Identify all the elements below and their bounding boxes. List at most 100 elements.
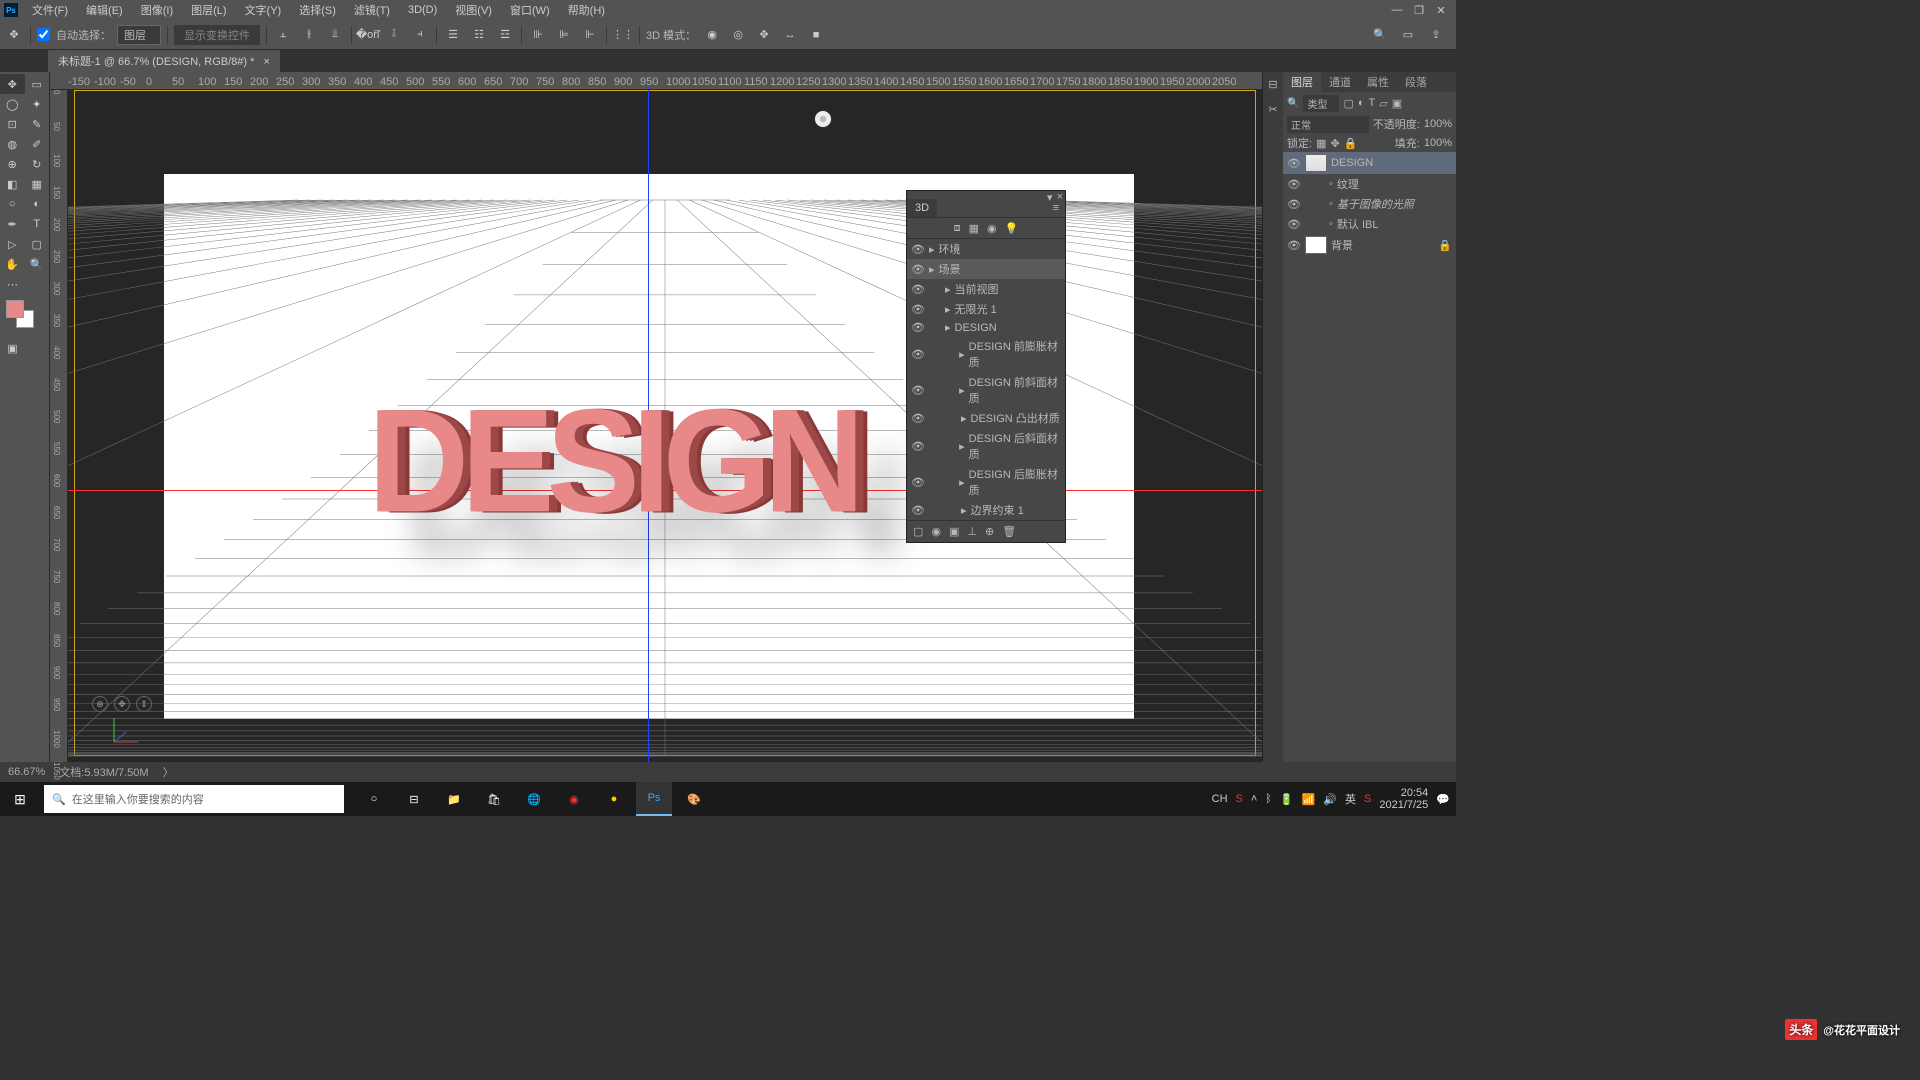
p3d-ground-icon[interactable]: ⊥: [967, 525, 977, 538]
3d-orbit-icon[interactable]: ◉: [702, 25, 722, 45]
auto-select-dropdown[interactable]: 图层: [117, 25, 161, 45]
move-tool-icon[interactable]: ✥: [4, 25, 24, 45]
zoom-level[interactable]: 66.67%: [8, 766, 45, 778]
canvas[interactable]: DESIGN ✹ ⊕ ✥ ⇕ ▾× 3D≡ ⧈ ▦ ◉: [68, 90, 1262, 762]
marquee-tool[interactable]: ▭: [25, 74, 50, 94]
heal-tool[interactable]: ◍: [0, 134, 25, 154]
transform-controls-button[interactable]: 显示变换控件: [174, 25, 260, 45]
browser-icon[interactable]: 🌐: [516, 782, 552, 816]
layer-item[interactable]: 👁DESIGN: [1283, 152, 1456, 174]
menu-file[interactable]: 文件(F): [24, 0, 76, 20]
visibility-eye-icon[interactable]: 👁: [911, 243, 925, 256]
gradient-tool[interactable]: ▦: [25, 174, 50, 194]
restore-icon[interactable]: ❐: [1412, 4, 1426, 16]
shape-tool[interactable]: ▢: [25, 234, 50, 254]
3d-panel-item[interactable]: 👁▸当前视图: [907, 279, 1065, 299]
hand-tool[interactable]: ✋: [0, 254, 25, 274]
visibility-eye-icon[interactable]: 👁: [911, 412, 925, 425]
quickmask-tool[interactable]: ▣: [0, 338, 25, 358]
status-arrow-icon[interactable]: 〉: [163, 764, 174, 780]
taskview-icon[interactable]: ⊟: [396, 782, 432, 816]
menu-filter[interactable]: 滤镜(T): [346, 0, 398, 20]
menu-image[interactable]: 图像(I): [133, 0, 181, 20]
filter-pixel-icon[interactable]: ▢: [1343, 97, 1353, 110]
more-tool[interactable]: ⋯: [0, 274, 25, 294]
app-icon[interactable]: ●: [596, 782, 632, 816]
menu-help[interactable]: 帮助(H): [560, 0, 613, 20]
filter-mesh-icon[interactable]: ▦: [969, 222, 979, 235]
brush-tool[interactable]: ✐: [25, 134, 50, 154]
align-vcenter-icon[interactable]: ⫲: [299, 25, 319, 45]
tray-sogou2-icon[interactable]: S: [1364, 793, 1371, 805]
fill-value[interactable]: 100%: [1424, 137, 1452, 149]
menu-type[interactable]: 文字(Y): [237, 0, 290, 20]
layer-visibility-icon[interactable]: 👁: [1287, 239, 1301, 252]
fg-color-swatch[interactable]: [6, 300, 24, 318]
distribute-h3-icon[interactable]: ⊩: [580, 25, 600, 45]
align-bottom-icon[interactable]: ⫫: [325, 25, 345, 45]
blur-tool[interactable]: ○: [0, 194, 25, 214]
more-icon[interactable]: ⋮⋮: [613, 25, 633, 45]
layer-item[interactable]: 👁◦纹理: [1283, 174, 1456, 194]
tab-paragraph[interactable]: 段落: [1397, 72, 1435, 92]
search-icon[interactable]: 🔍: [1370, 25, 1390, 45]
visibility-eye-icon[interactable]: 👁: [911, 303, 925, 316]
layer-kind-dropdown[interactable]: 类型: [1303, 95, 1339, 112]
filter-scene-icon[interactable]: ⧈: [954, 222, 961, 235]
axis-gizmo[interactable]: [108, 712, 144, 748]
wand-tool[interactable]: ✦: [25, 94, 50, 114]
menu-3d[interactable]: 3D(D): [400, 2, 445, 18]
auto-select-checkbox[interactable]: [37, 28, 50, 41]
doc-size[interactable]: 文档:5.93M/7.50M: [59, 764, 148, 780]
align-right-icon[interactable]: ⫞: [410, 25, 430, 45]
distribute-h2-icon[interactable]: ⊫: [554, 25, 574, 45]
lock-pixels-icon[interactable]: ▦: [1316, 137, 1326, 150]
3d-text-design[interactable]: DESIGN: [368, 376, 857, 546]
visibility-eye-icon[interactable]: 👁: [911, 321, 925, 334]
panel-3d-handle[interactable]: ▾×: [907, 191, 1065, 199]
photoshop-taskbar-icon[interactable]: Ps: [636, 782, 672, 816]
panel-3d-tab[interactable]: 3D: [907, 199, 937, 217]
eyedropper-tool[interactable]: ✎: [25, 114, 50, 134]
filter-type-icon[interactable]: T: [1369, 97, 1376, 109]
distribute-1-icon[interactable]: ☰: [443, 25, 463, 45]
p3d-light-icon[interactable]: ◉: [931, 525, 941, 538]
menu-layer[interactable]: 图层(L): [183, 0, 234, 20]
share-icon[interactable]: ⇪: [1426, 25, 1446, 45]
menu-view[interactable]: 视图(V): [447, 0, 500, 20]
align-top-icon[interactable]: ⫠: [273, 25, 293, 45]
tray-wifi-icon[interactable]: 📶: [1302, 793, 1316, 806]
filter-smart-icon[interactable]: ▣: [1392, 97, 1402, 110]
store-icon[interactable]: 🛍: [476, 782, 512, 816]
lock-all-icon[interactable]: 🔒: [1344, 137, 1358, 150]
tab-channels[interactable]: 通道: [1321, 72, 1359, 92]
distribute-h1-icon[interactable]: ⊪: [528, 25, 548, 45]
layer-thumbnail[interactable]: [1305, 236, 1327, 254]
path-tool[interactable]: ▷: [0, 234, 25, 254]
p3d-trash-icon[interactable]: 🗑: [1002, 525, 1016, 538]
lasso-tool[interactable]: ◯: [0, 94, 25, 114]
panel-collapse-icon[interactable]: ▾: [1047, 191, 1053, 199]
orbit-ground-icon[interactable]: ⊕: [92, 696, 108, 712]
cortana-icon[interactable]: ○: [356, 782, 392, 816]
3d-panel-item[interactable]: 👁▸DESIGN 后斜面材质: [907, 428, 1065, 464]
music-icon[interactable]: ◉: [556, 782, 592, 816]
eraser-tool[interactable]: ◧: [0, 174, 25, 194]
align-left-icon[interactable]: �ořľ: [358, 25, 378, 45]
tray-sogou-icon[interactable]: S: [1236, 793, 1243, 805]
layer-item[interactable]: 👁◦默认 IBL: [1283, 214, 1456, 234]
collapsed-panel-1-icon[interactable]: ⊟: [1268, 78, 1277, 91]
distribute-2-icon[interactable]: ☷: [469, 25, 489, 45]
3d-panel-item[interactable]: 👁▸DESIGN 凸出材质: [907, 408, 1065, 428]
layer-visibility-icon[interactable]: 👁: [1287, 178, 1301, 191]
distribute-3-icon[interactable]: ☲: [495, 25, 515, 45]
3d-panel-item[interactable]: 👁▸DESIGN 前膨胀材质: [907, 336, 1065, 372]
ruler-vertical[interactable]: 0501001502002503003504004505005506006507…: [50, 90, 68, 762]
dolly-ground-icon[interactable]: ⇕: [136, 696, 152, 712]
type-tool[interactable]: T: [25, 214, 50, 234]
menu-window[interactable]: 窗口(W): [502, 0, 558, 20]
menu-select[interactable]: 选择(S): [291, 0, 344, 20]
tab-layers[interactable]: 图层: [1283, 72, 1321, 92]
opacity-value[interactable]: 100%: [1424, 118, 1452, 130]
layer-item[interactable]: 👁◦基于图像的光照: [1283, 194, 1456, 214]
